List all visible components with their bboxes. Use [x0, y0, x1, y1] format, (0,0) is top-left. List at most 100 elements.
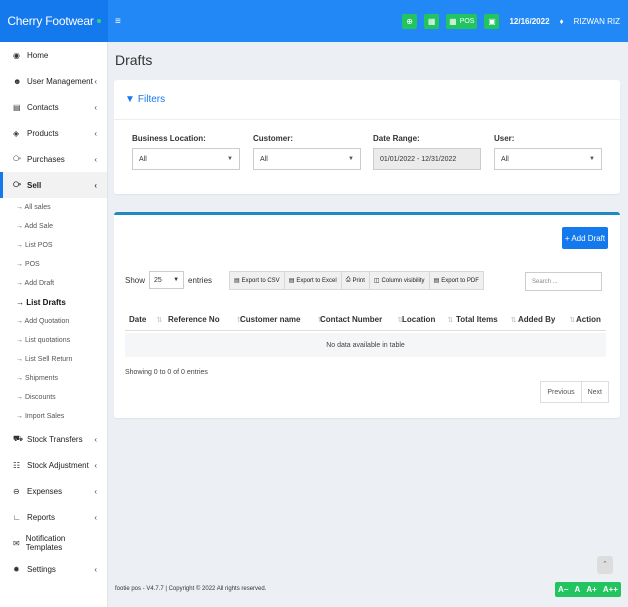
column-label: Contact Number: [320, 315, 383, 324]
sidebar: ◉ Home ☻ User Management ‹ ▤ Contacts ‹ …: [0, 42, 108, 607]
business-location-select[interactable]: All ▼: [132, 148, 240, 170]
sidebar-item-reports[interactable]: ∟ Reports ‹: [0, 504, 107, 530]
sidebar-subitem-list-pos[interactable]: → List POS: [0, 236, 107, 255]
export-csv-button[interactable]: ▤ Export to CSV: [229, 271, 285, 290]
sidebar-subitem-list-sell-return[interactable]: → List Sell Return: [0, 350, 107, 369]
font-increase-button[interactable]: A+: [586, 585, 596, 594]
calculator-button[interactable]: ▦: [424, 13, 440, 29]
chevron-left-icon: ‹: [94, 460, 97, 470]
sidebar-subitem-list-drafts[interactable]: → List Drafts: [0, 293, 107, 312]
add-expense-button[interactable]: ⊕: [402, 13, 418, 29]
add-draft-button[interactable]: + Add Draft: [562, 227, 608, 249]
caret-down-icon: ▼: [227, 156, 233, 162]
column-header-action: Action: [576, 315, 601, 324]
chevron-left-icon: ‹: [94, 486, 97, 496]
sidebar-item-label: Products: [27, 128, 59, 138]
sidebar-item-notification-templates[interactable]: ✉ Notification Templates: [0, 530, 107, 556]
user-select[interactable]: All ▼: [494, 148, 602, 170]
customer-filter: Customer: All ▼: [253, 134, 361, 170]
scroll-to-top-button[interactable]: ˆ: [597, 556, 613, 574]
page-length-value: 25: [154, 276, 162, 284]
sidebar-subitem-add-quotation[interactable]: → Add Quotation: [0, 312, 107, 331]
arrow-circle-down-icon: ⧂: [13, 154, 21, 163]
sidebar-subitem-discounts[interactable]: → Discounts: [0, 388, 107, 407]
users-icon: ☻: [13, 76, 22, 86]
user-value: All: [501, 155, 509, 163]
page-length-control: Show 25 ▼ entries: [125, 271, 212, 289]
previous-page-button[interactable]: Previous: [540, 381, 582, 403]
table-header: Date ⇅ Reference No ⇅ Customer name ⇅ Conta…: [125, 309, 606, 331]
cubes-icon: ◈: [13, 128, 20, 138]
caret-down-icon: ▼: [589, 156, 595, 162]
sidebar-item-contacts[interactable]: ▤ Contacts ‹: [0, 94, 107, 120]
column-header-reference-no[interactable]: Reference No ⇅: [168, 315, 242, 324]
sidebar-item-stock-adjustment[interactable]: ☷ Stock Adjustment ‹: [0, 452, 107, 478]
font-reset-button[interactable]: A: [575, 585, 581, 594]
plus-circle-icon: ⊕: [406, 16, 413, 26]
column-visibility-button[interactable]: ◫ Column visibility: [368, 271, 430, 290]
column-label: Action: [576, 315, 601, 324]
search-input[interactable]: Search ...: [525, 272, 602, 291]
column-label: Reference No: [168, 315, 220, 324]
column-header-added-by[interactable]: Added By ⇅: [518, 315, 575, 324]
pos-label: POS: [459, 17, 475, 25]
chevron-left-icon: ‹: [94, 512, 97, 522]
sidebar-subitem-add-draft[interactable]: → Add Draft: [0, 274, 107, 293]
file-excel-icon: ▤: [288, 278, 295, 284]
column-header-date[interactable]: Date ⇅: [129, 315, 162, 324]
sidebar-item-sell[interactable]: ⧂ Sell ‹: [0, 172, 107, 198]
next-page-button[interactable]: Next: [580, 381, 609, 403]
sidebar-item-purchases[interactable]: ⧂ Purchases ‹: [0, 146, 107, 172]
bell-icon[interactable]: ♦: [560, 17, 564, 26]
sidebar-item-label: Stock Transfers: [27, 434, 83, 444]
column-header-contact-number[interactable]: Contact Number ⇅: [320, 315, 403, 324]
print-button[interactable]: ⎙ Print: [340, 271, 370, 290]
brand-logo[interactable]: Cherry Footwear: [0, 0, 108, 42]
sidebar-subitem-shipments[interactable]: → Shipments: [0, 369, 107, 388]
register-details-button[interactable]: ▣: [484, 13, 500, 29]
chevron-left-icon: ‹: [94, 434, 97, 444]
sidebar-item-user-management[interactable]: ☻ User Management ‹: [0, 68, 107, 94]
sidebar-item-expenses[interactable]: ⊖ Expenses ‹: [0, 478, 107, 504]
top-navbar: ≡ ⊕ ▦ ▦ POS ▣ 12/16/2022 ♦ RIZWAN RIZ: [108, 0, 628, 42]
date-range-filter: Date Range: 01/01/2022 - 12/31/2022: [373, 134, 481, 170]
sidebar-subitem-import-sales[interactable]: → Import Sales: [0, 407, 107, 426]
column-label: Added By: [518, 315, 556, 324]
page-length-select[interactable]: 25 ▼: [149, 271, 185, 289]
sidebar-item-stock-transfers[interactable]: ⛟ Stock Transfers ‹: [0, 426, 107, 452]
font-decrease-button[interactable]: A−: [558, 585, 568, 594]
truck-icon: ⛟: [13, 434, 24, 443]
column-header-location[interactable]: Location ⇅: [402, 315, 453, 324]
sidebar-subitem-list-quotations[interactable]: → List quotations: [0, 331, 107, 350]
sidebar-subitem-add-sale[interactable]: → Add Sale: [0, 217, 107, 236]
pos-button[interactable]: ▦ POS: [446, 13, 478, 29]
date-range-input[interactable]: 01/01/2022 - 12/31/2022: [373, 148, 481, 170]
customer-select[interactable]: All ▼: [253, 148, 361, 170]
column-header-total-items[interactable]: Total Items ⇅: [456, 315, 517, 324]
font-increase-more-button[interactable]: A++: [603, 585, 618, 594]
export-pdf-button[interactable]: ▤ Export to PDF: [428, 271, 484, 290]
user-menu[interactable]: RIZWAN RIZ: [574, 17, 620, 26]
business-location-value: All: [139, 155, 147, 163]
column-header-customer-name[interactable]: Customer name ⇅: [240, 315, 323, 324]
brand-name: Cherry Footwear: [7, 14, 94, 28]
hamburger-icon[interactable]: ≡: [115, 16, 127, 27]
sidebar-item-label: User Management: [27, 76, 93, 86]
sidebar-item-settings[interactable]: ✹ Settings ‹: [0, 556, 107, 582]
column-visibility-label: Column visibility: [381, 277, 425, 284]
sidebar-subitem-pos[interactable]: → POS: [0, 255, 107, 274]
sidebar-item-label: Reports: [27, 512, 56, 522]
filters-title-label: Filters: [137, 94, 166, 105]
sidebar-item-products[interactable]: ◈ Products ‹: [0, 120, 107, 146]
sidebar-item-home[interactable]: ◉ Home: [0, 42, 107, 68]
sidebar-subitem-all-sales[interactable]: → All sales: [0, 198, 107, 217]
minus-circle-icon: ⊖: [13, 486, 20, 496]
export-excel-label: Export to Excel: [296, 277, 337, 284]
show-label: Show: [125, 275, 146, 285]
export-excel-button[interactable]: ▤ Export to Excel: [283, 271, 342, 290]
file-pdf-icon: ▤: [433, 278, 440, 284]
filters-toggle[interactable]: ▼ Filters: [125, 94, 165, 105]
cog-icon: ✹: [13, 564, 20, 574]
sidebar-item-label: Notification Templates: [25, 534, 66, 552]
footer-copyright: footie pos - V4.7.7 | Copyright © 2022 A…: [115, 586, 267, 592]
